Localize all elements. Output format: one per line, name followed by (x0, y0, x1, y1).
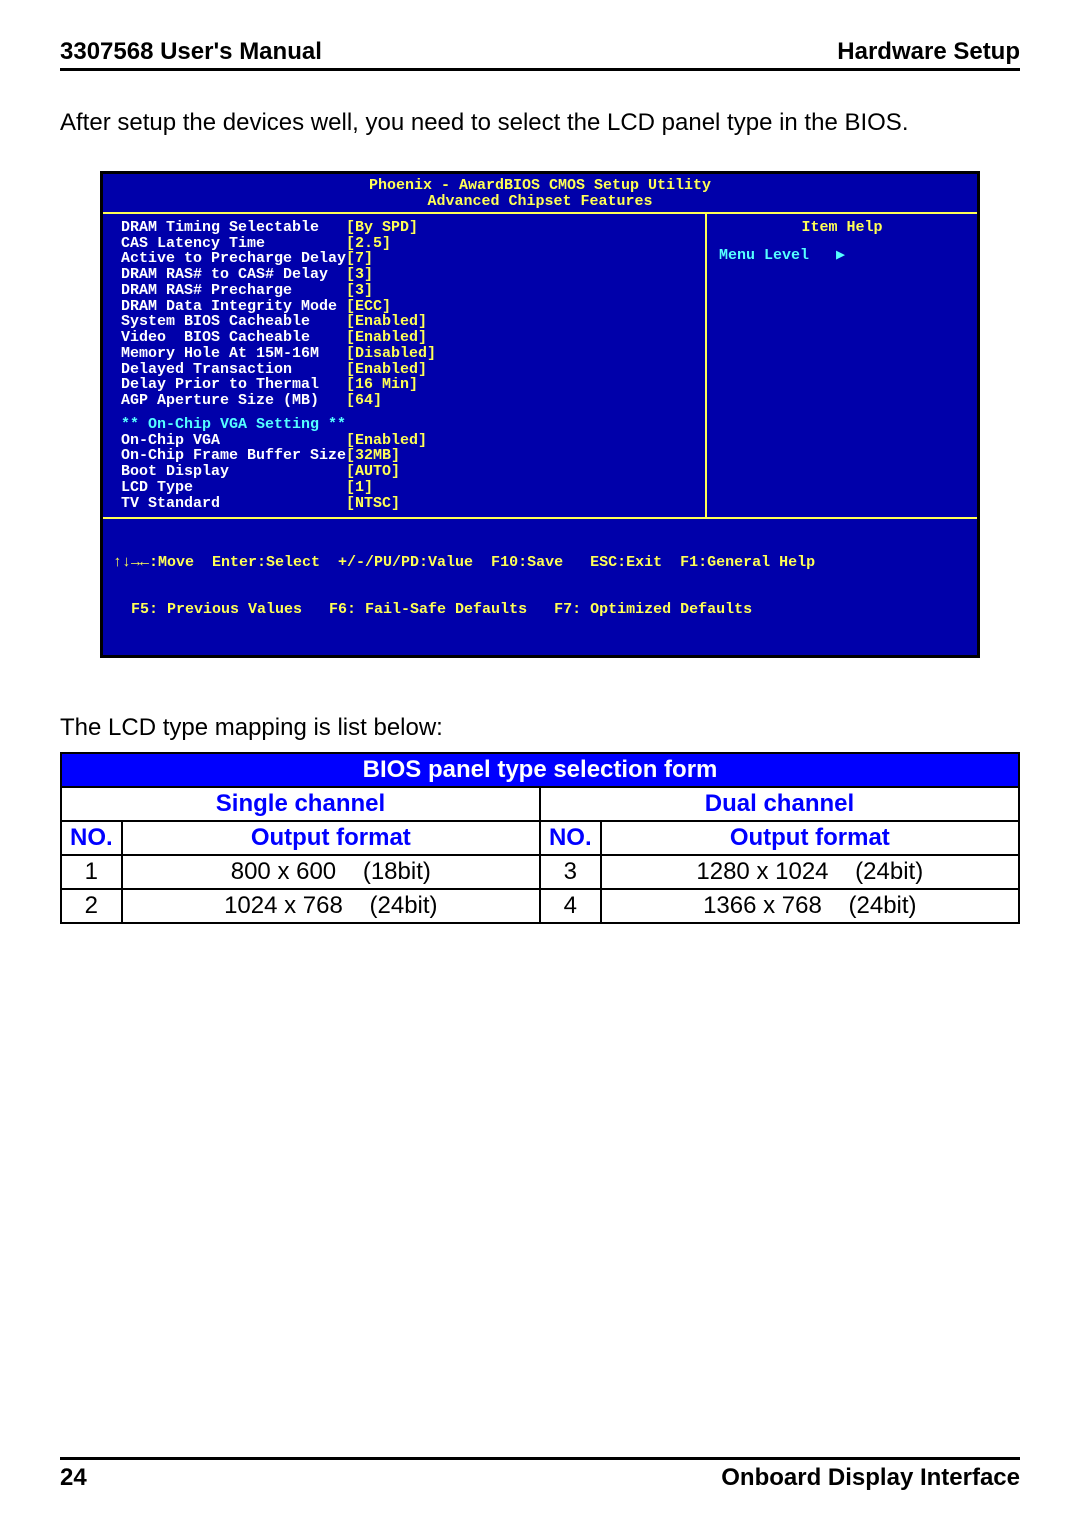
bios-row-value: [3] (346, 282, 373, 299)
bios-row-value: [7] (346, 250, 373, 267)
cell-format: 1366 x 768 (24bit) (601, 889, 1019, 923)
intro-paragraph: After setup the devices well, you need t… (60, 107, 1020, 139)
footer-section: Onboard Display Interface (721, 1464, 1020, 1492)
bios-row-value: [64] (346, 392, 382, 409)
menu-level-row: Menu Level ▶ (719, 248, 965, 264)
single-channel-header: Single channel (61, 787, 540, 821)
bios-screenshot: Phoenix - AwardBIOS CMOS Setup Utility A… (100, 171, 980, 658)
bios-row-value: [ECC] (346, 298, 391, 315)
bios-row-label: DRAM Timing Selectable (121, 220, 346, 236)
cell-no: 2 (61, 889, 122, 923)
cell-no: 1 (61, 855, 122, 889)
bios-row-label: Boot Display (121, 464, 346, 480)
dual-channel-header: Dual channel (540, 787, 1019, 821)
header-right: Hardware Setup (837, 38, 1020, 66)
panel-type-table: BIOS panel type selection form Single ch… (60, 752, 1020, 924)
bios-row-value: [By SPD] (346, 219, 418, 236)
bios-row-label: Active to Precharge Delay (121, 251, 346, 267)
bios-subtitle: Advanced Chipset Features (103, 194, 977, 212)
bios-row-label: Video BIOS Cacheable (121, 330, 346, 346)
bios-row-label: On-Chip Frame Buffer Size (121, 448, 346, 464)
cell-no: 3 (540, 855, 601, 889)
bios-row-value: [Enabled] (346, 432, 427, 449)
mapping-intro: The LCD type mapping is list below: (60, 714, 1020, 742)
cell-format: 1024 x 768 (24bit) (122, 889, 540, 923)
cell-format: 800 x 600 (18bit) (122, 855, 540, 889)
menu-level-label: Menu Level (719, 247, 809, 264)
bios-footer-line2: F5: Previous Values F6: Fail-Safe Defaul… (113, 602, 967, 618)
output-format-header: Output format (122, 821, 540, 855)
output-format-header: Output format (601, 821, 1019, 855)
bios-left-panel: DRAM Timing Selectable[By SPD] CAS Laten… (103, 214, 707, 518)
bios-footer-line1: ↑↓→←:Move Enter:Select +/-/PU/PD:Value F… (113, 555, 967, 571)
header-left: 3307568 User's Manual (60, 38, 322, 66)
bios-row-value: [Enabled] (346, 329, 427, 346)
cell-no: 4 (540, 889, 601, 923)
bios-row-label: Delayed Transaction (121, 362, 346, 378)
bios-row-label: TV Standard (121, 496, 346, 512)
bios-row-value: [Enabled] (346, 361, 427, 378)
bios-row-label: DRAM RAS# Precharge (121, 283, 346, 299)
bios-row-label: LCD Type (121, 480, 346, 496)
bios-row-label: AGP Aperture Size (MB) (121, 393, 346, 409)
item-help-title: Item Help (719, 220, 965, 236)
table-title: BIOS panel type selection form (61, 753, 1019, 787)
bios-row-value: [3] (346, 266, 373, 283)
table-row: 2 1024 x 768 (24bit) 4 1366 x 768 (24bit… (61, 889, 1019, 923)
page-header: 3307568 User's Manual Hardware Setup (60, 38, 1020, 71)
bios-row-label: On-Chip VGA (121, 433, 346, 449)
bios-row-label: Memory Hole At 15M-16M (121, 346, 346, 362)
bios-row-label: CAS Latency Time (121, 236, 346, 252)
bios-section-header: ** On-Chip VGA Setting ** (121, 417, 695, 433)
bios-row-label: DRAM RAS# to CAS# Delay (121, 267, 346, 283)
no-header: NO. (540, 821, 601, 855)
bios-row-label: Delay Prior to Thermal (121, 377, 346, 393)
bios-row-value: [Enabled] (346, 313, 427, 330)
bios-footer: ↑↓→←:Move Enter:Select +/-/PU/PD:Value F… (103, 519, 977, 655)
page-footer: 24 Onboard Display Interface (60, 1457, 1020, 1492)
cell-format: 1280 x 1024 (24bit) (601, 855, 1019, 889)
bios-row-label: DRAM Data Integrity Mode (121, 299, 346, 315)
bios-row-value: [AUTO] (346, 463, 400, 480)
no-header: NO. (61, 821, 122, 855)
bios-row-label: System BIOS Cacheable (121, 314, 346, 330)
bios-row-value: [1] (346, 479, 373, 496)
bios-row-value: [16 Min] (346, 376, 418, 393)
page-number: 24 (60, 1464, 87, 1492)
bios-body: DRAM Timing Selectable[By SPD] CAS Laten… (103, 212, 977, 520)
bios-row-value: [NTSC] (346, 495, 400, 512)
triangle-right-icon: ▶ (836, 247, 845, 264)
bios-row-value: [2.5] (346, 235, 391, 252)
bios-row-value: [32MB] (346, 447, 400, 464)
bios-title: Phoenix - AwardBIOS CMOS Setup Utility (103, 174, 977, 194)
bios-row-value: [Disabled] (346, 345, 436, 362)
bios-right-panel: Item Help Menu Level ▶ (707, 214, 977, 518)
table-row: 1 800 x 600 (18bit) 3 1280 x 1024 (24bit… (61, 855, 1019, 889)
